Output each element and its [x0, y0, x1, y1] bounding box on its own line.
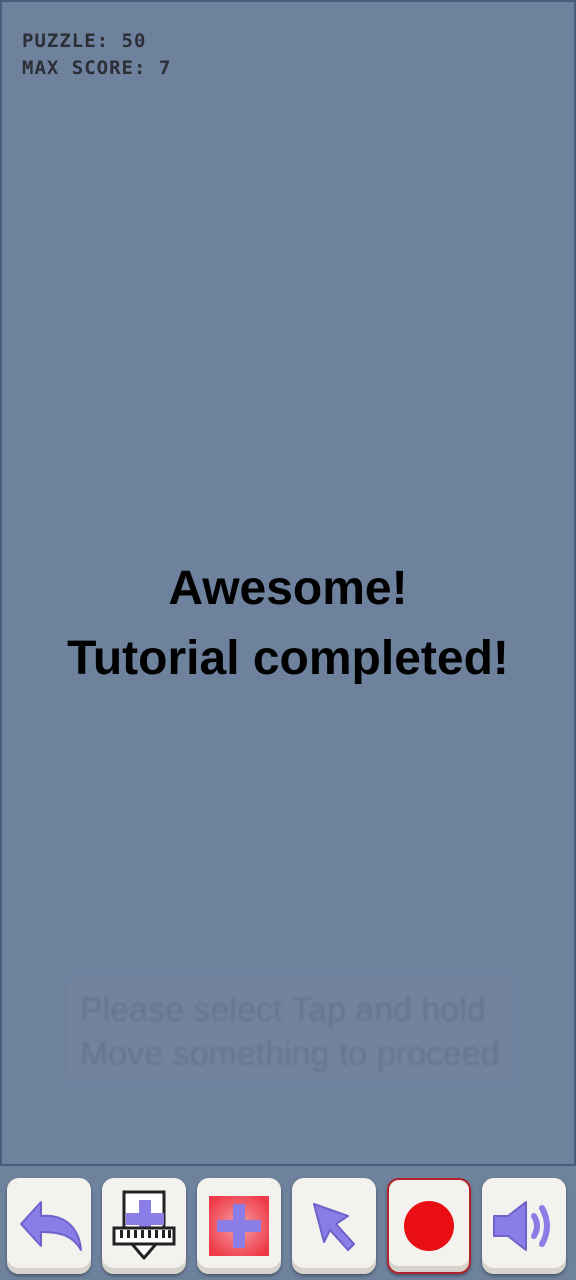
hud: PUZZLE: 50 MAX SCORE: 7	[22, 28, 171, 82]
faded-hint-panel: Please select Tap and hold Move somethin…	[68, 978, 514, 1082]
keyboard-add-button[interactable]	[102, 1178, 186, 1274]
add-block-icon	[209, 1196, 269, 1256]
completion-message: Awesome! Tutorial completed!	[2, 554, 574, 694]
hint-line-1: Please select Tap and hold	[80, 991, 486, 1029]
pointer-select-button[interactable]	[292, 1178, 376, 1274]
record-button[interactable]	[387, 1178, 471, 1274]
record-icon	[404, 1201, 454, 1251]
add-block-button[interactable]	[197, 1178, 281, 1274]
sound-button[interactable]	[482, 1178, 566, 1274]
game-screen: PUZZLE: 50 MAX SCORE: 7 Awesome! Tutoria…	[0, 0, 576, 1280]
message-line-2: Tutorial completed!	[67, 632, 509, 685]
max-score: MAX SCORE: 7	[22, 57, 172, 79]
pointer-arrow-icon	[313, 1203, 355, 1251]
undo-button[interactable]	[7, 1178, 91, 1274]
message-line-1: Awesome!	[168, 562, 408, 615]
undo-arrow-icon	[20, 1201, 82, 1251]
keyboard-add-icon	[112, 1190, 176, 1260]
speaker-icon	[493, 1201, 550, 1251]
hint-line-2: Move something to proceed	[80, 1035, 500, 1073]
puzzle-number: PUZZLE: 50	[22, 30, 147, 52]
bottom-toolbar	[0, 1164, 576, 1280]
